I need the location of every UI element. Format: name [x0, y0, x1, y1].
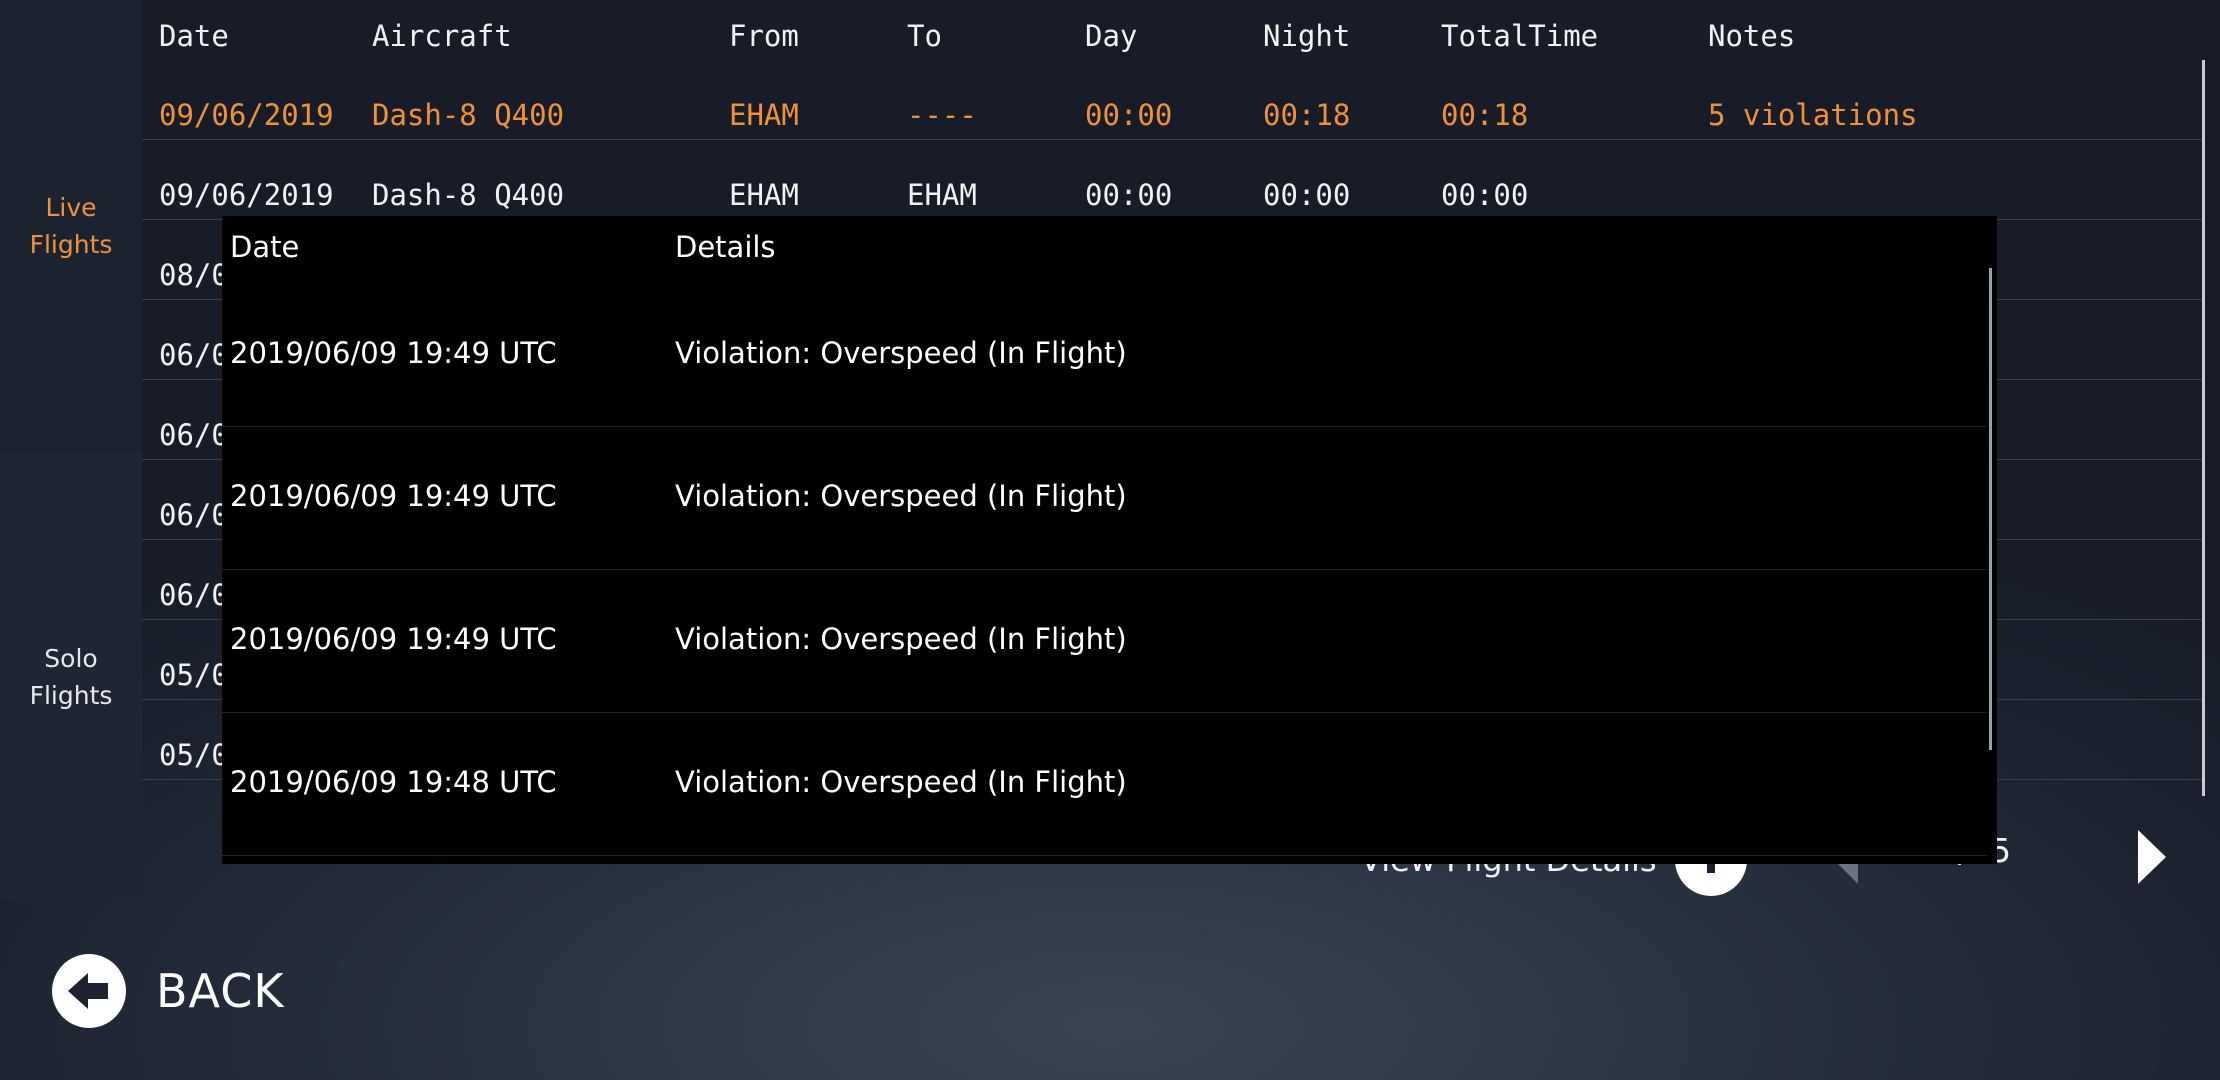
violation-date: 2019/06/09 19:49 UTC: [230, 622, 557, 656]
cell-night: 00:00: [1263, 178, 1351, 212]
back-arrow-icon: [52, 954, 126, 1028]
cell-aircraft: Dash-8 Q400: [372, 98, 565, 132]
cell-from: EHAM: [729, 98, 799, 132]
violations-popup: Date Details 2019/06/09 19:49 UTC Violat…: [222, 216, 1997, 864]
cell-aircraft: Dash-8 Q400: [372, 178, 565, 212]
column-header-totaltime: TotalTime: [1441, 19, 1599, 53]
cell-to: EHAM: [907, 178, 977, 212]
sidebar: Live Flights Solo Flights: [0, 0, 142, 900]
list-item: 2019/06/09 19:49 UTC Violation: Overspee…: [222, 284, 1987, 427]
sidebar-item-label: Solo Flights: [29, 644, 113, 710]
column-header-notes: Notes: [1708, 19, 1796, 53]
cell-date: 09/06/2019: [159, 178, 334, 212]
cell-day: 00:00: [1085, 98, 1173, 132]
cell-notes: 5 violations: [1708, 98, 1918, 132]
sidebar-item-solo-flights[interactable]: Solo Flights: [0, 452, 142, 900]
violation-details: Violation: Overspeed (In Flight): [675, 479, 1127, 513]
column-header-day: Day: [1085, 19, 1138, 53]
popup-column-date: Date: [230, 230, 300, 264]
violation-date: 2019/06/09 19:48 UTC: [230, 765, 557, 799]
cell-date: 08/0: [159, 258, 229, 292]
popup-column-details: Details: [675, 230, 776, 264]
column-header-night: Night: [1263, 19, 1351, 53]
cell-date: 06/0: [159, 498, 229, 532]
cell-to: ----: [907, 98, 977, 132]
cell-from: EHAM: [729, 178, 799, 212]
cell-date: 06/0: [159, 418, 229, 452]
column-header-from: From: [729, 19, 799, 53]
next-page-icon[interactable]: [2138, 830, 2166, 884]
back-button[interactable]: BACK: [52, 954, 285, 1028]
violation-details: Violation: Overspeed (In Flight): [675, 765, 1127, 799]
violation-date: 2019/06/09 19:49 UTC: [230, 479, 557, 513]
table-row[interactable]: 09/06/2019 Dash-8 Q400 EHAM EHAM 00:00 0…: [142, 140, 2202, 220]
column-header-to: To: [907, 19, 942, 53]
list-item: 2019/06/09 19:49 UTC Violation: Overspee…: [222, 427, 1987, 570]
table-header: Date Aircraft From To Day Night TotalTim…: [142, 0, 2202, 60]
sidebar-item-label: Live Flights: [29, 193, 113, 259]
violation-details: Violation: Overspeed (In Flight): [675, 622, 1127, 656]
list-item: 2019/06/09 19:48 UTC Violation: Overspee…: [222, 713, 1987, 856]
cell-date: 05/0: [159, 658, 229, 692]
column-header-aircraft: Aircraft: [372, 19, 512, 53]
cell-date: 09/06/2019: [159, 98, 334, 132]
back-label: BACK: [156, 964, 285, 1018]
popup-header: Date Details: [222, 216, 1997, 284]
sidebar-item-live-flights[interactable]: Live Flights: [0, 0, 142, 452]
cell-date: 05/0: [159, 738, 229, 772]
cell-totaltime: 00:00: [1441, 178, 1529, 212]
violation-date: 2019/06/09 19:49 UTC: [230, 336, 557, 370]
cell-date: 06/0: [159, 578, 229, 612]
popup-scrollbar[interactable]: [1989, 268, 1992, 750]
table-row[interactable]: 09/06/2019 Dash-8 Q400 EHAM ---- 00:00 0…: [142, 60, 2202, 140]
cell-totaltime: 00:18: [1441, 98, 1529, 132]
column-header-date: Date: [159, 19, 229, 53]
list-item: 2019/06/09 19:49 UTC Violation: Overspee…: [222, 570, 1987, 713]
violation-details: Violation: Overspeed (In Flight): [675, 336, 1127, 370]
table-scrollbar[interactable]: [2202, 60, 2205, 796]
cell-night: 00:18: [1263, 98, 1351, 132]
cell-day: 00:00: [1085, 178, 1173, 212]
cell-date: 06/0: [159, 338, 229, 372]
